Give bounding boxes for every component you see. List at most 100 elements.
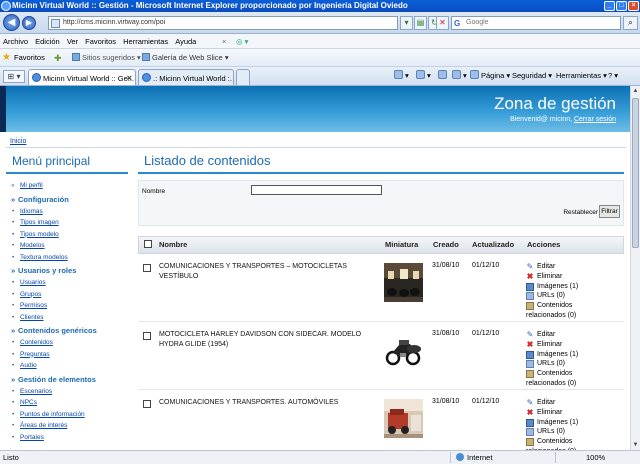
suggested-sites-link[interactable]: Sitios sugeridos ▾	[72, 49, 141, 67]
row-checkbox[interactable]	[143, 400, 151, 408]
minimize-button[interactable]: _	[604, 1, 615, 11]
sidebar-item-grupos[interactable]: Grupos	[6, 289, 128, 301]
stop-icon[interactable]: ✕	[436, 16, 449, 30]
row-updated: 01/12/10	[472, 330, 500, 337]
edit-action[interactable]: ✎ Editar	[526, 262, 624, 272]
tab-virtual-world[interactable]: .: Micinn Virtual World :.	[138, 69, 234, 85]
related-action[interactable]: Contenidos	[526, 437, 624, 447]
column-created[interactable]: Creado	[433, 237, 459, 253]
zoom-level[interactable]: 100%	[586, 451, 605, 464]
forward-button[interactable]: ▶	[22, 16, 36, 30]
delete-action[interactable]: ✖ Eliminar	[526, 408, 624, 418]
tools-menu-button[interactable]: Herramientas ▾	[556, 67, 607, 84]
urls-action[interactable]: URLs (0)	[526, 291, 624, 301]
sidebar-item-clientes[interactable]: Clientes	[6, 312, 128, 324]
row-thumbnail-image[interactable]	[384, 399, 423, 438]
back-button[interactable]: ◀	[3, 14, 20, 31]
column-updated[interactable]: Actualizado	[472, 237, 514, 253]
sidebar-item-idiomas[interactable]: Idiomas	[6, 206, 128, 218]
close-toolbar-icon[interactable]: ×	[222, 34, 226, 49]
dropdown-arrow-icon[interactable]: ▾	[400, 16, 413, 30]
menu-ayuda[interactable]: Ayuda	[175, 34, 196, 49]
compatibility-icon[interactable]: ▤	[414, 16, 427, 30]
help-menu-button[interactable]: ? ▾	[608, 67, 618, 84]
menu-edicion[interactable]: Edición	[35, 34, 60, 49]
convert-icon[interactable]: ◎ ▾	[236, 34, 248, 49]
sidebar-heading-usuarios: Usuarios y roles	[6, 265, 128, 277]
images-action[interactable]: Imágenes (1)	[526, 350, 624, 360]
filter-button[interactable]: Filtrar	[599, 205, 620, 218]
mail-icon[interactable]	[438, 67, 449, 84]
row-checkbox[interactable]	[143, 332, 151, 340]
quick-tabs-icon[interactable]: ⊞ ▾	[3, 70, 25, 83]
urls-action[interactable]: URLs (0)	[526, 359, 624, 369]
logout-link[interactable]: Cerrar sesión	[574, 116, 616, 123]
close-tab-icon[interactable]: ×	[127, 70, 132, 85]
address-input[interactable]: http://cms.micinn.virtway.com/poi	[48, 16, 398, 30]
pencil-icon: ✎	[526, 262, 534, 271]
related-contents-icon	[526, 302, 534, 311]
edit-action[interactable]: ✎ Editar	[526, 398, 624, 408]
page-scrollbar[interactable]: ▲ ▼	[630, 86, 640, 450]
row-thumbnail-image[interactable]	[384, 263, 423, 302]
related-count[interactable]: relacionados (0)	[526, 311, 624, 321]
reset-filter-link[interactable]: Restablecer	[563, 209, 598, 216]
scrollbar-thumb[interactable]	[632, 98, 639, 248]
sidebar-item-modelos[interactable]: Modelos	[6, 240, 128, 252]
images-action[interactable]: Imágenes (1)	[526, 418, 624, 428]
search-input[interactable]: G Google	[451, 16, 621, 30]
column-name[interactable]: Nombre	[159, 237, 187, 253]
security-menu-button[interactable]: Seguridad ▾	[512, 67, 552, 84]
sidebar-item-tipos-imagen[interactable]: Tipos imagen	[6, 217, 128, 229]
name-filter-label: Nombre	[142, 188, 166, 195]
scroll-up-icon[interactable]: ▲	[631, 86, 640, 96]
favorites-star-icon: ★	[2, 52, 11, 63]
sidebar-item-textura-modelos[interactable]: Textura modelos	[6, 252, 128, 264]
select-all-checkbox[interactable]	[144, 240, 152, 248]
web-slice-gallery-link[interactable]: Galería de Web Slice ▾	[142, 49, 229, 67]
delete-action[interactable]: ✖ Eliminar	[526, 272, 624, 282]
sidebar-item-npcs[interactable]: NPCs	[6, 397, 128, 409]
menu-archivo[interactable]: Archivo	[3, 34, 28, 49]
menu-favoritos[interactable]: Favoritos	[85, 34, 116, 49]
print-icon[interactable]: ▾	[452, 67, 467, 84]
search-icon[interactable]: ⌕	[623, 16, 638, 30]
scroll-down-icon[interactable]: ▼	[631, 440, 640, 450]
sidebar-item-preguntas[interactable]: Preguntas	[6, 349, 128, 361]
breadcrumb-home[interactable]: Inicio	[10, 138, 26, 145]
tab-gestion[interactable]: Micinn Virtual World :: Ge... ×	[28, 69, 136, 85]
urls-action[interactable]: URLs (0)	[526, 427, 624, 437]
related-count[interactable]: relacionados (0)	[526, 379, 624, 389]
images-action[interactable]: Imágenes (1)	[526, 282, 624, 292]
sidebar-item-escenarios[interactable]: Escenarios	[6, 386, 128, 398]
page-menu-button[interactable]: Página ▾	[470, 67, 510, 84]
edit-action[interactable]: ✎ Editar	[526, 330, 624, 340]
related-action[interactable]: Contenidos	[526, 301, 624, 311]
sidebar-item-permisos[interactable]: Permisos	[6, 300, 128, 312]
sidebar-item-portales[interactable]: Portales	[6, 432, 128, 444]
sidebar-item-audio[interactable]: Audio	[6, 360, 128, 372]
sidebar-item-usuarios[interactable]: Usuarios	[6, 277, 128, 289]
welcome-text: Bienvenid@ micinn, Cerrar sesión	[510, 116, 616, 123]
sidebar-item-tipos-modelo[interactable]: Tipos modelo	[6, 229, 128, 241]
menu-herramientas[interactable]: Herramientas	[123, 34, 168, 49]
favorites-button[interactable]: Favoritos	[14, 49, 45, 67]
close-window-button[interactable]: ×	[628, 1, 639, 11]
security-zone[interactable]: Internet	[456, 451, 492, 464]
row-thumbnail-image[interactable]	[384, 331, 423, 370]
add-favorite-icon[interactable]: ✚	[54, 49, 62, 67]
name-filter-input[interactable]	[251, 185, 382, 195]
maximize-button[interactable]: □	[616, 1, 627, 11]
sidebar-item-profile[interactable]: Mi perfil	[6, 180, 128, 192]
menu-ver[interactable]: Ver	[67, 34, 78, 49]
related-action[interactable]: Contenidos	[526, 369, 624, 379]
edit-label: Editar	[537, 331, 556, 338]
delete-action[interactable]: ✖ Eliminar	[526, 340, 624, 350]
sidebar-item-areas-interes[interactable]: Áreas de interés	[6, 420, 128, 432]
sidebar-item-puntos-informacion[interactable]: Puntos de información	[6, 409, 128, 421]
feeds-icon[interactable]: ▾	[416, 67, 431, 84]
new-tab-button[interactable]	[236, 69, 250, 85]
sidebar-item-contenidos[interactable]: Contenidos	[6, 337, 128, 349]
row-checkbox[interactable]	[143, 264, 151, 272]
home-icon[interactable]: ▾	[394, 67, 409, 84]
